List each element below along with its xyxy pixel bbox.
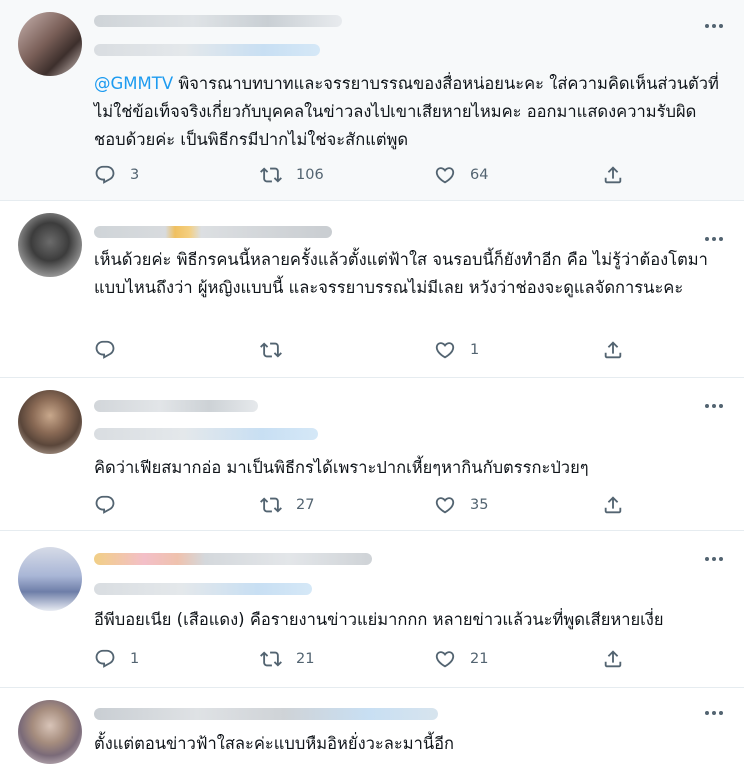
- share-button[interactable]: [602, 163, 624, 187]
- like-count: 1: [470, 342, 480, 358]
- avatar[interactable]: [18, 547, 82, 611]
- mention-link[interactable]: @GMMTV: [94, 74, 173, 93]
- retweet-button[interactable]: 106: [260, 163, 324, 187]
- more-icon[interactable]: [702, 549, 726, 569]
- avatar[interactable]: [18, 390, 82, 454]
- tweet-actions: 1 21 21: [94, 647, 634, 671]
- reply-button[interactable]: [94, 338, 130, 362]
- reply-icon: [94, 494, 116, 516]
- share-button[interactable]: [602, 493, 624, 517]
- blurred-username: [94, 400, 258, 412]
- like-button[interactable]: 21: [434, 647, 488, 671]
- more-icon[interactable]: [702, 396, 726, 416]
- reply-icon: [94, 164, 116, 186]
- tweet-item[interactable]: อีพีบอยเนีย (เสือแดง) คือรายงานข่าวแย่มา…: [0, 531, 744, 688]
- like-count: 35: [470, 497, 489, 513]
- retweet-count: 21: [296, 651, 315, 667]
- retweet-icon: [260, 164, 282, 186]
- share-button[interactable]: [602, 338, 624, 362]
- reply-icon: [94, 339, 116, 361]
- reply-icon: [94, 648, 116, 670]
- reply-count: 3: [130, 167, 140, 183]
- reply-button[interactable]: 1: [94, 647, 139, 671]
- tweet-text: ตั้งแต่ตอนข่าวฟ้าใสละค่ะแบบหืมอิหยั่งวะล…: [94, 734, 455, 753]
- more-icon[interactable]: [702, 703, 726, 723]
- like-icon: [434, 494, 456, 516]
- tweet-item[interactable]: คิดว่าเฟียสมากอ่อ มาเป็นพิธีกรได้เพราะปา…: [0, 378, 744, 531]
- like-button[interactable]: 35: [434, 493, 488, 517]
- avatar[interactable]: [18, 213, 82, 277]
- more-icon[interactable]: [702, 16, 726, 36]
- like-icon: [434, 164, 456, 186]
- like-button[interactable]: 64: [434, 163, 488, 187]
- avatar[interactable]: [18, 700, 82, 764]
- retweet-count: 27: [296, 497, 315, 513]
- retweet-button[interactable]: 27: [260, 493, 314, 517]
- blurred-reply-context: [94, 428, 318, 440]
- share-icon: [602, 339, 624, 361]
- retweet-icon: [260, 648, 282, 670]
- like-count: 21: [470, 651, 489, 667]
- reply-button[interactable]: [94, 493, 130, 517]
- like-icon: [434, 648, 456, 670]
- tweet-item[interactable]: เห็นด้วยค่ะ พิธีกรคนนี้หลายครั้งแล้วตั้ง…: [0, 201, 744, 378]
- tweet-text: @GMMTV พิจารณาบทบาทและจรรยาบรรณของสื่อหน…: [94, 74, 719, 149]
- tweet-actions: 27 35: [94, 493, 634, 517]
- tweet-text: อีพีบอยเนีย (เสือแดง) คือรายงานข่าวแย่มา…: [94, 610, 664, 629]
- like-icon: [434, 339, 456, 361]
- share-icon: [602, 648, 624, 670]
- blurred-reply-context: [94, 583, 312, 595]
- retweet-count: 106: [296, 167, 324, 183]
- tweet-item[interactable]: ตั้งแต่ตอนข่าวฟ้าใสละค่ะแบบหืมอิหยั่งวะล…: [0, 688, 744, 766]
- share-button[interactable]: [602, 647, 624, 671]
- blurred-username: [94, 553, 372, 565]
- tweet-actions: 1: [94, 338, 634, 362]
- blurred-username: [94, 226, 332, 238]
- tweet-text: เห็นด้วยค่ะ พิธีกรคนนี้หลายครั้งแล้วตั้ง…: [94, 250, 708, 297]
- like-count: 64: [470, 167, 489, 183]
- blurred-reply-context: [94, 44, 320, 56]
- avatar[interactable]: [18, 12, 82, 76]
- tweet-item[interactable]: @GMMTV พิจารณาบทบาทและจรรยาบรรณของสื่อหน…: [0, 0, 744, 201]
- tweet-actions: 3 106 64: [94, 163, 634, 187]
- share-icon: [602, 494, 624, 516]
- tweet-text: คิดว่าเฟียสมากอ่อ มาเป็นพิธีกรได้เพราะปา…: [94, 458, 589, 477]
- retweet-button[interactable]: [260, 338, 296, 362]
- blurred-username: [94, 15, 342, 27]
- reply-count: 1: [130, 651, 140, 667]
- share-icon: [602, 164, 624, 186]
- retweet-icon: [260, 494, 282, 516]
- retweet-icon: [260, 339, 282, 361]
- reply-button[interactable]: 3: [94, 163, 139, 187]
- like-button[interactable]: 1: [434, 338, 479, 362]
- retweet-button[interactable]: 21: [260, 647, 314, 671]
- blurred-username: [94, 708, 438, 720]
